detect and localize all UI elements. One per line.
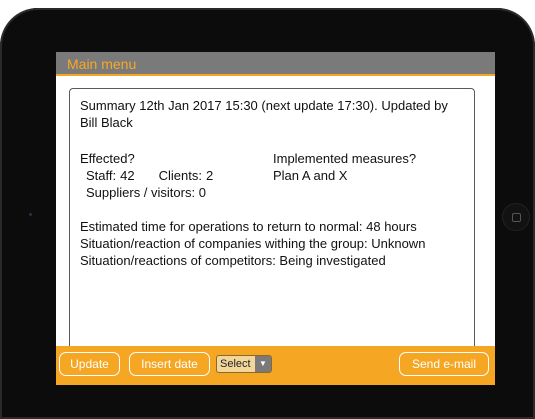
status-recovery-time: Estimated time for operations to return … <box>80 219 417 234</box>
template-select-value: Select <box>220 358 251 370</box>
suppliers-row: Suppliers / visitors: 0 <box>80 184 270 201</box>
affected-staff-clients-row: Staff: 42 Clients: 2 <box>80 167 270 184</box>
summary-text: Summary 12th Jan 2017 15:30 (next update… <box>80 98 448 130</box>
chevron-down-icon[interactable]: ▼ <box>255 356 271 372</box>
status-group-companies: Situation/reaction of companies withing … <box>80 236 426 251</box>
clients-value: 2 <box>205 168 214 183</box>
insert-date-button[interactable]: Insert date <box>129 352 210 376</box>
clients-label: Clients: <box>158 168 202 183</box>
suppliers-label: Suppliers / visitors: <box>86 185 196 200</box>
staff-label: Staff: <box>86 168 117 183</box>
bottom-toolbar: Update Insert date Select ▼ Send e-mail <box>56 346 495 385</box>
update-button[interactable]: Update <box>59 352 120 376</box>
home-button-icon <box>511 212 521 222</box>
measures-value: Plan A and X <box>273 168 348 183</box>
send-email-button[interactable]: Send e-mail <box>399 352 489 376</box>
suppliers-value: 0 <box>198 185 206 200</box>
summary-textarea[interactable]: Summary 12th Jan 2017 15:30 (next update… <box>69 88 475 358</box>
measures-section: Implemented measures? Plan A and X <box>273 150 463 184</box>
status-competitors: Situation/reactions of competitors: Bein… <box>80 253 386 268</box>
home-button[interactable] <box>503 204 529 230</box>
status-section: Estimated time for operations to return … <box>80 218 472 269</box>
staff-value: 42 <box>120 168 135 183</box>
template-select[interactable]: Select ▼ <box>216 355 272 373</box>
main-menu-title[interactable]: Main menu <box>67 56 136 72</box>
affected-heading: Effected? <box>80 151 135 166</box>
app-screen: Main menu Summary 12th Jan 2017 15:30 (n… <box>56 52 495 385</box>
affected-section: Effected? Staff: 42 Clients: 2 Suppliers / … <box>80 150 270 201</box>
camera-icon <box>29 213 32 216</box>
main-menu-bar[interactable]: Main menu <box>56 52 495 76</box>
measures-heading: Implemented measures? <box>273 151 417 166</box>
